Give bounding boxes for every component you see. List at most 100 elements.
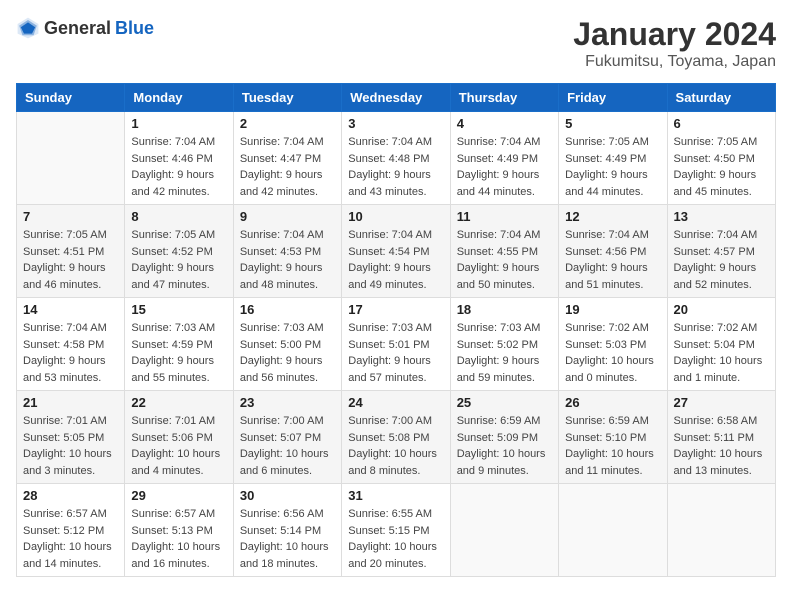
calendar-day-cell: 15 Sunrise: 7:03 AMSunset: 4:59 PMDayligh… (125, 298, 233, 391)
calendar-day-cell: 11 Sunrise: 7:04 AMSunset: 4:55 PMDayligh… (450, 205, 558, 298)
day-info: Sunrise: 7:04 AMSunset: 4:49 PMDaylight:… (457, 134, 552, 200)
calendar-day-cell: 6 Sunrise: 7:05 AMSunset: 4:50 PMDaylight… (667, 112, 775, 205)
day-number: 20 (674, 302, 769, 317)
calendar-day-cell: 24 Sunrise: 7:00 AMSunset: 5:08 PMDayligh… (342, 391, 450, 484)
calendar-day-cell: 18 Sunrise: 7:03 AMSunset: 5:02 PMDayligh… (450, 298, 558, 391)
calendar-day-cell: 13Sunrise: 7:04 AMSunset: 4:57 PMDayligh… (667, 205, 775, 298)
calendar-day-cell: 22 Sunrise: 7:01 AMSunset: 5:06 PMDayligh… (125, 391, 233, 484)
day-info: Sunrise: 7:03 AMSunset: 5:01 PMDaylight:… (348, 320, 443, 386)
month-title: January 2024 (573, 16, 776, 53)
calendar-day-cell: 29 Sunrise: 6:57 AMSunset: 5:13 PMDayligh… (125, 484, 233, 577)
calendar-week-row: 1 Sunrise: 7:04 AMSunset: 4:46 PMDaylight… (17, 112, 776, 205)
day-number: 17 (348, 302, 443, 317)
day-info: Sunrise: 7:03 AMSunset: 4:59 PMDaylight:… (131, 320, 226, 386)
calendar-day-cell (17, 112, 125, 205)
day-info: Sunrise: 7:01 AMSunset: 5:05 PMDaylight:… (23, 413, 118, 479)
day-number: 1 (131, 116, 226, 131)
calendar-day-cell: 7Sunrise: 7:05 AMSunset: 4:51 PMDaylight… (17, 205, 125, 298)
day-info: Sunrise: 7:04 AMSunset: 4:56 PMDaylight:… (565, 227, 660, 293)
day-info: Sunrise: 6:59 AMSunset: 5:10 PMDaylight:… (565, 413, 660, 479)
calendar-day-cell: 31Sunrise: 6:55 AMSunset: 5:15 PMDayligh… (342, 484, 450, 577)
day-number: 11 (457, 209, 552, 224)
calendar-day-cell: 3 Sunrise: 7:04 AMSunset: 4:48 PMDaylight… (342, 112, 450, 205)
day-info: Sunrise: 7:05 AMSunset: 4:50 PMDaylight:… (674, 134, 769, 200)
calendar-day-cell: 8 Sunrise: 7:05 AMSunset: 4:52 PMDaylight… (125, 205, 233, 298)
day-info: Sunrise: 7:00 AMSunset: 5:08 PMDaylight:… (348, 413, 443, 479)
day-number: 2 (240, 116, 335, 131)
calendar-day-cell: 28Sunrise: 6:57 AMSunset: 5:12 PMDayligh… (17, 484, 125, 577)
day-number: 30 (240, 488, 335, 503)
weekday-header-thursday: Thursday (450, 84, 558, 112)
calendar-day-cell: 4 Sunrise: 7:04 AMSunset: 4:49 PMDaylight… (450, 112, 558, 205)
calendar-day-cell: 17 Sunrise: 7:03 AMSunset: 5:01 PMDayligh… (342, 298, 450, 391)
day-number: 27 (674, 395, 769, 410)
page-header: GeneralBlue January 2024 Fukumitsu, Toya… (16, 16, 776, 71)
calendar-day-cell (559, 484, 667, 577)
day-number: 9 (240, 209, 335, 224)
calendar-day-cell: 2Sunrise: 7:04 AMSunset: 4:47 PMDaylight… (233, 112, 341, 205)
weekday-header-saturday: Saturday (667, 84, 775, 112)
calendar-day-cell: 12 Sunrise: 7:04 AMSunset: 4:56 PMDayligh… (559, 205, 667, 298)
calendar-day-cell: 27 Sunrise: 6:58 AMSunset: 5:11 PMDayligh… (667, 391, 775, 484)
calendar-table: SundayMondayTuesdayWednesdayThursdayFrid… (16, 83, 776, 577)
day-number: 29 (131, 488, 226, 503)
calendar-day-cell: 25Sunrise: 6:59 AMSunset: 5:09 PMDayligh… (450, 391, 558, 484)
calendar-day-cell: 21 Sunrise: 7:01 AMSunset: 5:05 PMDayligh… (17, 391, 125, 484)
weekday-header-sunday: Sunday (17, 84, 125, 112)
day-info: Sunrise: 7:04 AMSunset: 4:46 PMDaylight:… (131, 134, 226, 200)
day-info: Sunrise: 7:03 AMSunset: 5:00 PMDaylight:… (240, 320, 335, 386)
day-info: Sunrise: 7:04 AMSunset: 4:54 PMDaylight:… (348, 227, 443, 293)
calendar-day-cell: 26Sunrise: 6:59 AMSunset: 5:10 PMDayligh… (559, 391, 667, 484)
calendar-week-row: 14Sunrise: 7:04 AMSunset: 4:58 PMDayligh… (17, 298, 776, 391)
day-info: Sunrise: 6:58 AMSunset: 5:11 PMDaylight:… (674, 413, 769, 479)
calendar-day-cell: 19 Sunrise: 7:02 AMSunset: 5:03 PMDayligh… (559, 298, 667, 391)
day-info: Sunrise: 7:01 AMSunset: 5:06 PMDaylight:… (131, 413, 226, 479)
calendar-day-cell: 14Sunrise: 7:04 AMSunset: 4:58 PMDayligh… (17, 298, 125, 391)
day-info: Sunrise: 7:04 AMSunset: 4:48 PMDaylight:… (348, 134, 443, 200)
calendar-week-row: 28Sunrise: 6:57 AMSunset: 5:12 PMDayligh… (17, 484, 776, 577)
day-number: 22 (131, 395, 226, 410)
day-info: Sunrise: 7:05 AMSunset: 4:52 PMDaylight:… (131, 227, 226, 293)
day-info: Sunrise: 7:04 AMSunset: 4:55 PMDaylight:… (457, 227, 552, 293)
logo: GeneralBlue (16, 16, 154, 40)
day-number: 3 (348, 116, 443, 131)
weekday-header-tuesday: Tuesday (233, 84, 341, 112)
calendar-day-cell: 5 Sunrise: 7:05 AMSunset: 4:49 PMDaylight… (559, 112, 667, 205)
day-number: 6 (674, 116, 769, 131)
day-number: 21 (23, 395, 118, 410)
day-info: Sunrise: 6:59 AMSunset: 5:09 PMDaylight:… (457, 413, 552, 479)
weekday-header-row: SundayMondayTuesdayWednesdayThursdayFrid… (17, 84, 776, 112)
day-number: 28 (23, 488, 118, 503)
day-number: 10 (348, 209, 443, 224)
day-info: Sunrise: 7:03 AMSunset: 5:02 PMDaylight:… (457, 320, 552, 386)
day-info: Sunrise: 7:05 AMSunset: 4:51 PMDaylight:… (23, 227, 118, 293)
logo-icon (16, 16, 40, 40)
day-info: Sunrise: 7:02 AMSunset: 5:03 PMDaylight:… (565, 320, 660, 386)
day-info: Sunrise: 7:05 AMSunset: 4:49 PMDaylight:… (565, 134, 660, 200)
day-number: 15 (131, 302, 226, 317)
day-number: 4 (457, 116, 552, 131)
weekday-header-friday: Friday (559, 84, 667, 112)
calendar-day-cell: 10 Sunrise: 7:04 AMSunset: 4:54 PMDayligh… (342, 205, 450, 298)
calendar-day-cell: 1 Sunrise: 7:04 AMSunset: 4:46 PMDaylight… (125, 112, 233, 205)
day-number: 5 (565, 116, 660, 131)
calendar-day-cell: 16Sunrise: 7:03 AMSunset: 5:00 PMDayligh… (233, 298, 341, 391)
day-info: Sunrise: 6:57 AMSunset: 5:13 PMDaylight:… (131, 506, 226, 572)
day-info: Sunrise: 7:04 AMSunset: 4:53 PMDaylight:… (240, 227, 335, 293)
weekday-header-monday: Monday (125, 84, 233, 112)
day-info: Sunrise: 6:56 AMSunset: 5:14 PMDaylight:… (240, 506, 335, 572)
day-number: 8 (131, 209, 226, 224)
day-number: 23 (240, 395, 335, 410)
calendar-day-cell: 20 Sunrise: 7:02 AMSunset: 5:04 PMDayligh… (667, 298, 775, 391)
day-info: Sunrise: 7:00 AMSunset: 5:07 PMDaylight:… (240, 413, 335, 479)
day-number: 24 (348, 395, 443, 410)
day-number: 12 (565, 209, 660, 224)
day-info: Sunrise: 7:02 AMSunset: 5:04 PMDaylight:… (674, 320, 769, 386)
calendar-day-cell: 30 Sunrise: 6:56 AMSunset: 5:14 PMDayligh… (233, 484, 341, 577)
day-number: 19 (565, 302, 660, 317)
title-block: January 2024 Fukumitsu, Toyama, Japan (573, 16, 776, 71)
day-info: Sunrise: 6:55 AMSunset: 5:15 PMDaylight:… (348, 506, 443, 572)
day-number: 18 (457, 302, 552, 317)
location-title: Fukumitsu, Toyama, Japan (573, 53, 776, 71)
day-number: 14 (23, 302, 118, 317)
